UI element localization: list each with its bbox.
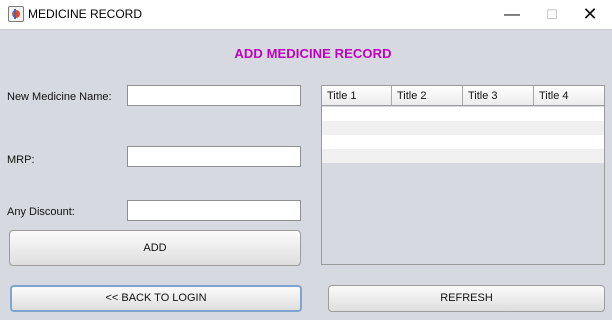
minimize-button[interactable]: — <box>492 0 532 29</box>
table-row[interactable] <box>322 135 604 149</box>
add-button[interactable]: ADD <box>9 230 301 266</box>
back-to-login-button[interactable]: << BACK TO LOGIN <box>10 285 302 312</box>
table-header: Title 1 Title 2 Title 3 Title 4 <box>322 86 604 106</box>
java-app-icon <box>8 6 24 22</box>
window-title: MEDICINE RECORD <box>28 7 143 21</box>
title-bar: MEDICINE RECORD — ☐ ✕ <box>0 0 612 29</box>
medicine-name-input[interactable] <box>127 85 301 106</box>
medicine-table[interactable]: Title 1 Title 2 Title 3 Title 4 <box>321 85 605 265</box>
column-header-title-1[interactable]: Title 1 <box>322 86 392 106</box>
page-heading: ADD MEDICINE RECORD <box>234 46 392 61</box>
maximize-button[interactable]: ☐ <box>532 0 572 29</box>
column-header-title-4[interactable]: Title 4 <box>534 86 604 106</box>
form-panel: ADD MEDICINE RECORD New Medicine Name: M… <box>0 29 612 320</box>
mrp-input[interactable] <box>127 146 301 167</box>
refresh-button[interactable]: REFRESH <box>328 285 605 312</box>
discount-input[interactable] <box>127 200 301 221</box>
table-row[interactable] <box>322 107 604 121</box>
column-header-title-3[interactable]: Title 3 <box>463 86 534 106</box>
discount-label: Any Discount: <box>7 206 75 218</box>
table-row[interactable] <box>322 121 604 135</box>
column-header-title-2[interactable]: Title 2 <box>392 86 463 106</box>
mrp-label: MRP: <box>7 154 35 166</box>
medicine-name-label: New Medicine Name: <box>7 91 112 103</box>
close-button[interactable]: ✕ <box>570 0 610 29</box>
table-row[interactable] <box>322 149 604 163</box>
